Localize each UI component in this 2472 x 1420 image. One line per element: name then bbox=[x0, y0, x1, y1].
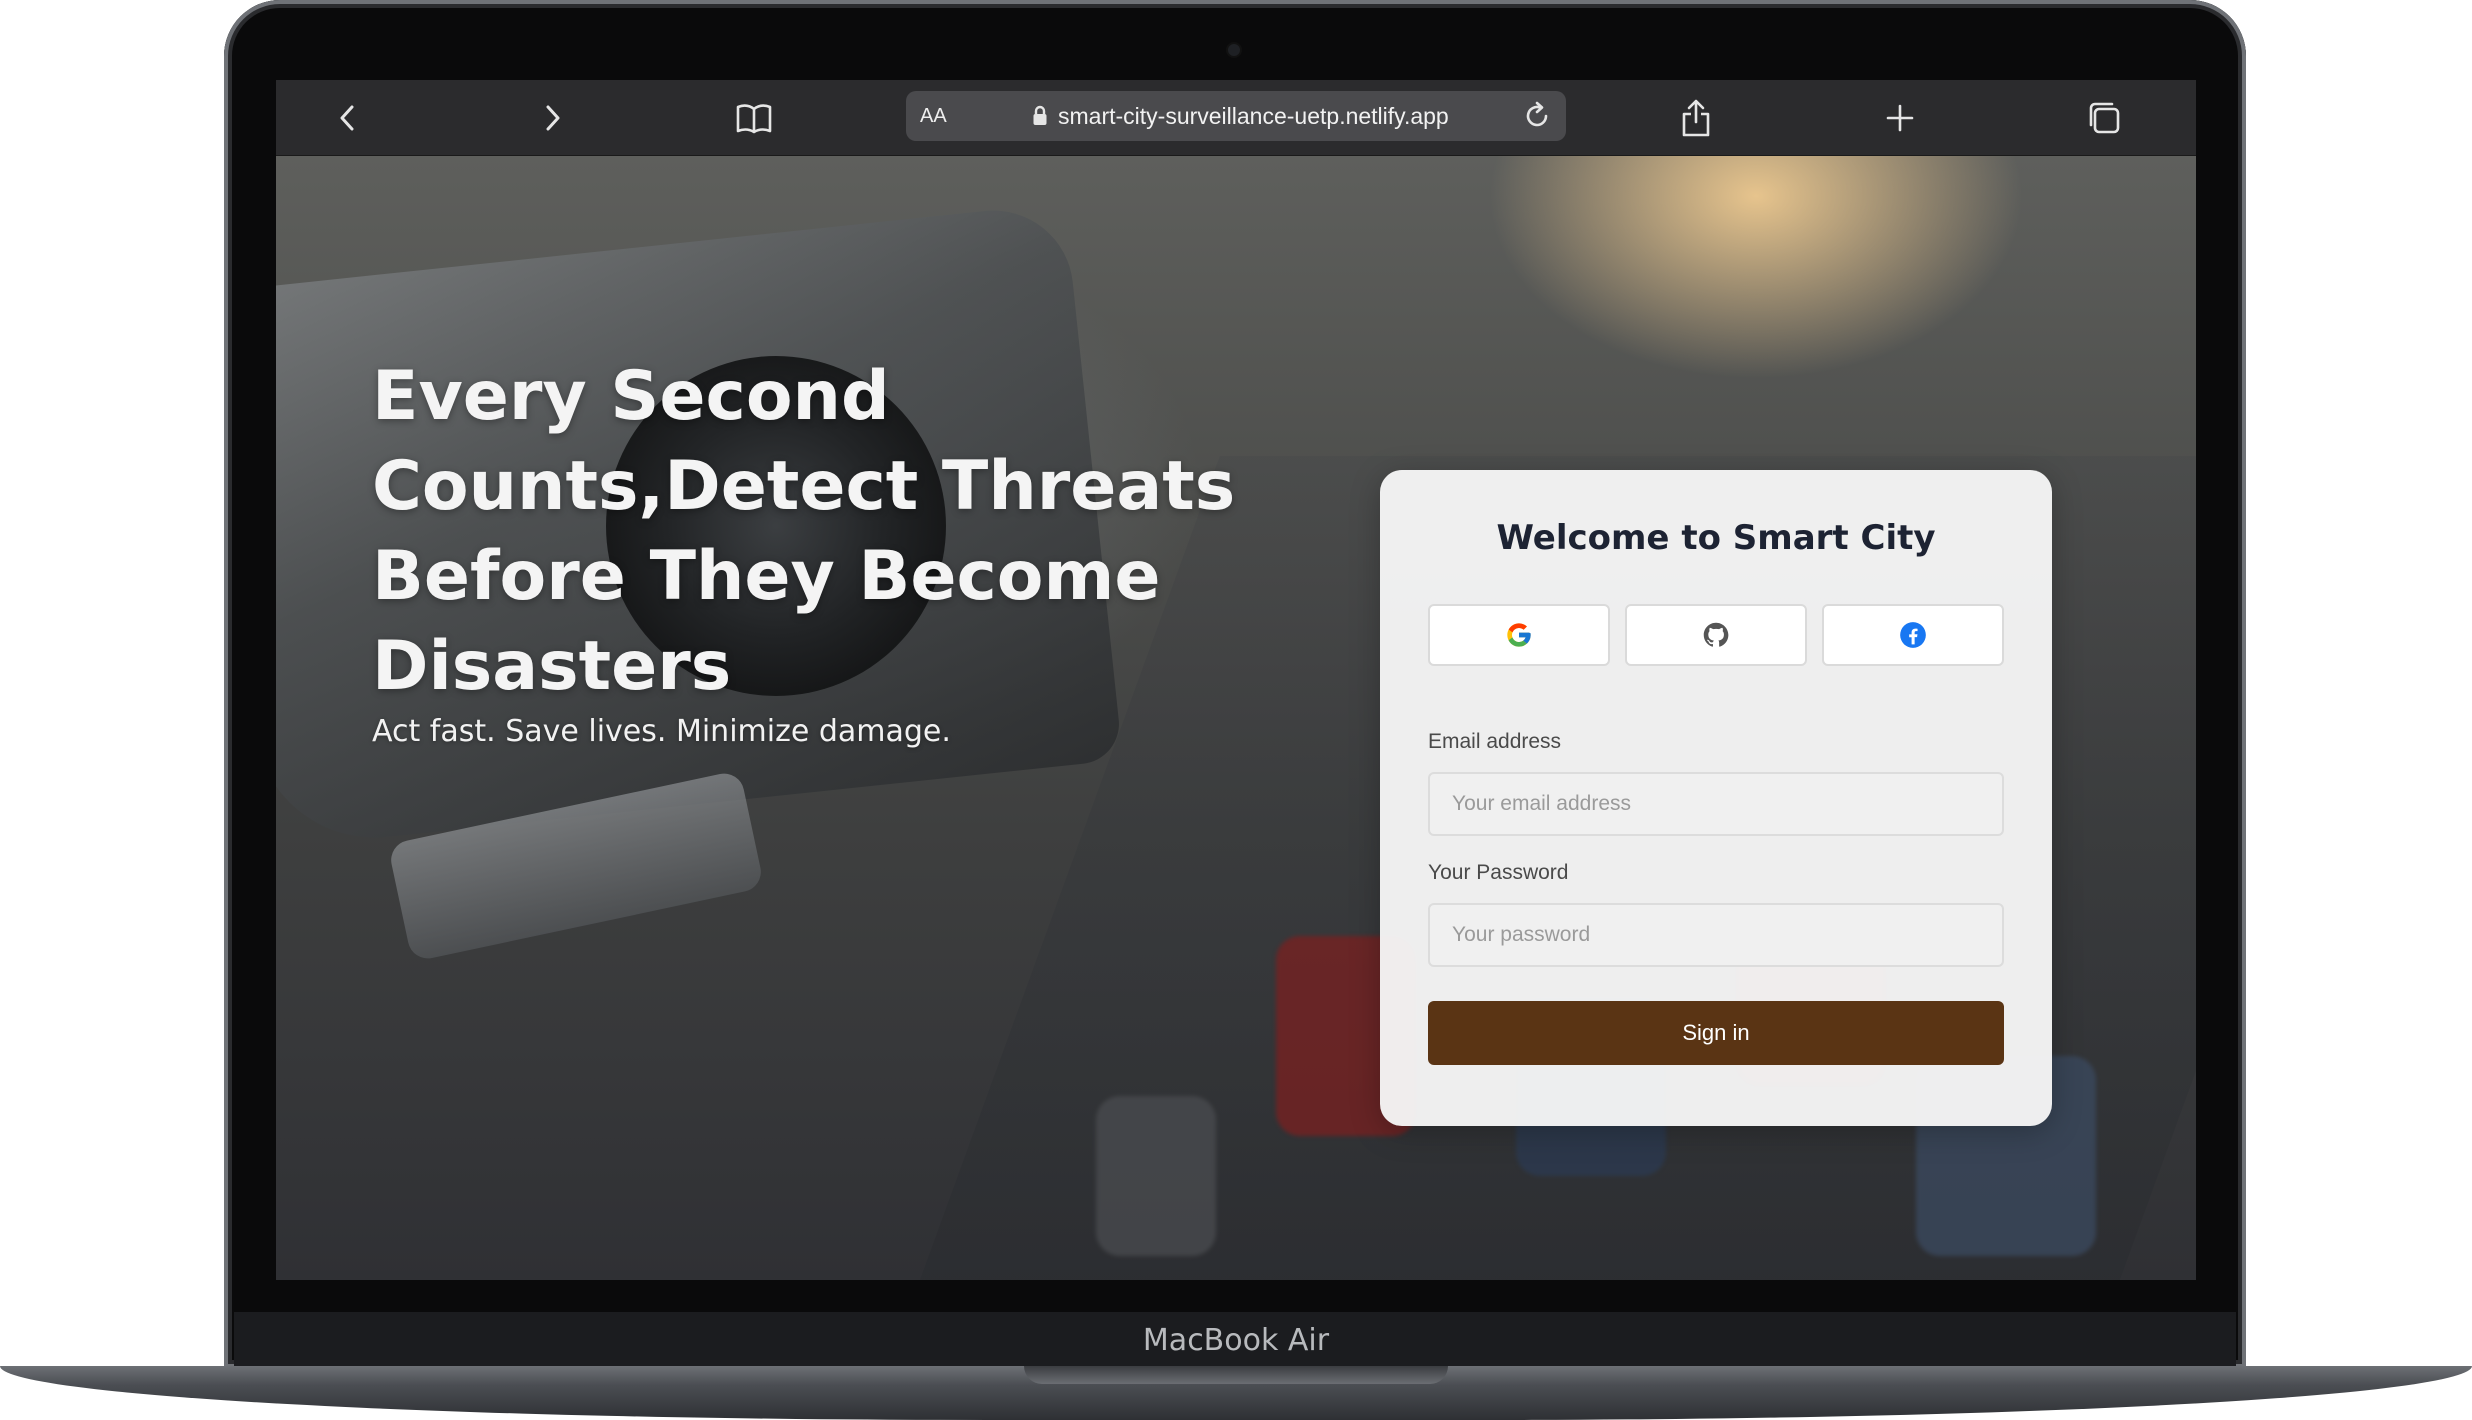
facebook-signin-button[interactable] bbox=[1822, 604, 2004, 666]
share-button[interactable] bbox=[1670, 92, 1722, 144]
google-icon bbox=[1507, 623, 1531, 647]
background-car bbox=[1096, 1096, 1216, 1256]
device-model-label: MacBook Air bbox=[1142, 1323, 1330, 1358]
device-mockup: AA smart-city-surveillance-uetp.netlify.… bbox=[0, 0, 2472, 1420]
github-signin-button[interactable] bbox=[1625, 604, 1807, 666]
password-input[interactable] bbox=[1428, 903, 2004, 967]
new-tab-icon bbox=[1886, 104, 1914, 132]
laptop-hinge-notch bbox=[1024, 1366, 1448, 1384]
browser-toolbar: AA smart-city-surveillance-uetp.netlify.… bbox=[276, 80, 2196, 156]
hero-subtitle: Act fast. Save lives. Minimize damage. bbox=[372, 714, 951, 749]
back-icon bbox=[340, 105, 354, 131]
facebook-icon bbox=[1900, 622, 1926, 648]
tabs-icon bbox=[2089, 102, 2120, 134]
sign-in-button[interactable]: Sign in bbox=[1428, 1001, 2004, 1065]
reload-button[interactable] bbox=[1516, 95, 1558, 137]
email-label: Email address bbox=[1428, 730, 1562, 753]
login-page: Every Second Counts,Detect Threats Befor… bbox=[276, 156, 2196, 1280]
login-card: Welcome to Smart City Email address Your… bbox=[1380, 470, 2052, 1126]
bookmarks-icon bbox=[736, 104, 772, 134]
google-signin-button[interactable] bbox=[1428, 604, 1610, 666]
address-bar[interactable]: AA smart-city-surveillance-uetp.netlify.… bbox=[906, 91, 1566, 141]
email-input[interactable] bbox=[1428, 772, 2004, 836]
forward-icon bbox=[546, 105, 560, 131]
new-tab-button[interactable] bbox=[1874, 92, 1926, 144]
share-icon bbox=[1682, 99, 1710, 137]
github-icon bbox=[1703, 622, 1729, 647]
login-title: Welcome to Smart City bbox=[1496, 518, 1936, 558]
forward-button[interactable] bbox=[526, 92, 578, 144]
webcam bbox=[1228, 44, 1240, 56]
text-size-button[interactable]: AA bbox=[920, 91, 947, 141]
url-text: smart-city-surveillance-uetp.netlify.app bbox=[1058, 102, 1449, 129]
password-label: Your Password bbox=[1428, 861, 1569, 884]
tabs-overview-button[interactable] bbox=[2078, 92, 2130, 144]
bookmarks-button[interactable] bbox=[728, 92, 780, 144]
lock-icon bbox=[1033, 105, 1047, 125]
url-display[interactable]: smart-city-surveillance-uetp.netlify.app bbox=[1032, 91, 1449, 141]
browser-window: AA smart-city-surveillance-uetp.netlify.… bbox=[276, 80, 2196, 1280]
reload-icon bbox=[1526, 101, 1548, 127]
back-button[interactable] bbox=[322, 92, 374, 144]
hero-title: Every Second Counts,Detect Threats Befor… bbox=[372, 357, 1236, 706]
